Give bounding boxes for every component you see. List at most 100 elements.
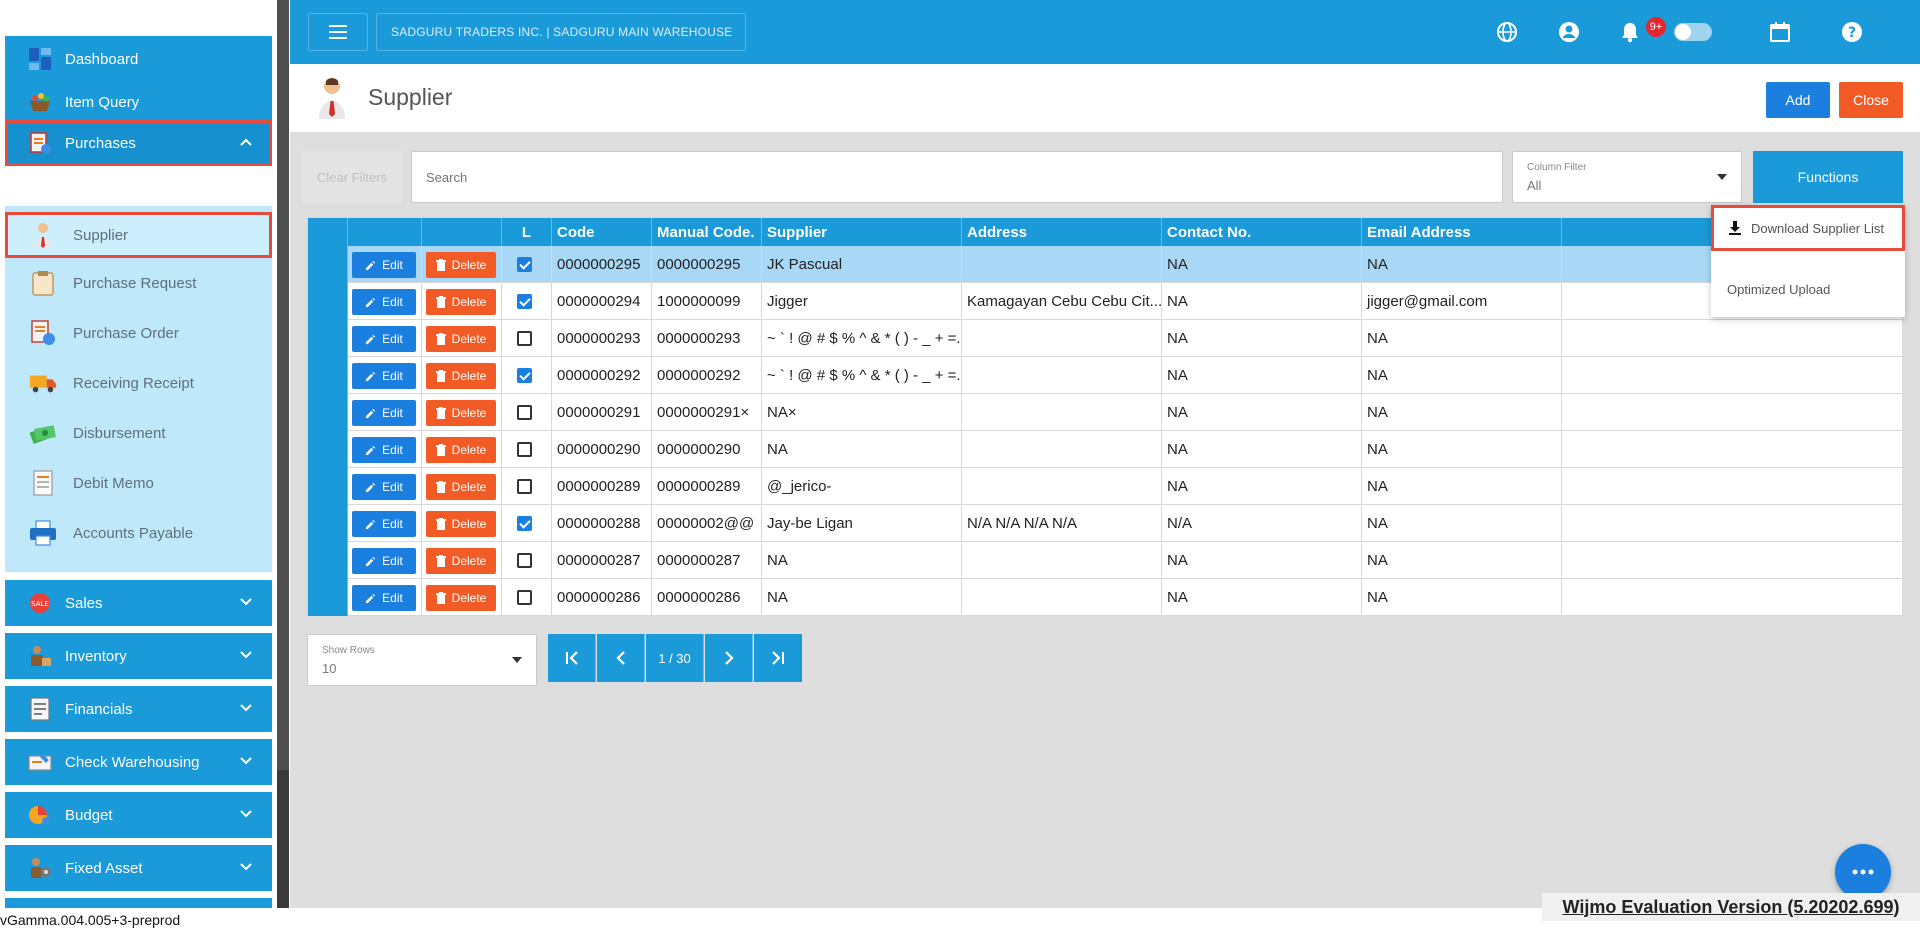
- sidebar-item-debit-memo[interactable]: Debit Memo: [5, 460, 272, 506]
- grid-header-supplier[interactable]: Supplier: [762, 218, 962, 246]
- table-row[interactable]: Edit Delete 0000000289 0000000289 @_jerico- N…: [308, 468, 1904, 505]
- row-header[interactable]: [308, 579, 348, 616]
- row-header[interactable]: [308, 320, 348, 357]
- row-header[interactable]: [308, 246, 348, 283]
- delete-button[interactable]: Delete: [426, 400, 496, 426]
- table-row[interactable]: Edit Delete 0000000286 0000000286 NA NA NA: [308, 579, 1904, 616]
- sidebar-item-purchases[interactable]: Purchases: [5, 120, 272, 166]
- download-supplier-list-item[interactable]: Download Supplier List: [1711, 205, 1905, 251]
- more-actions-fab[interactable]: [1835, 844, 1891, 900]
- cell-filler: [1562, 579, 1904, 616]
- column-filter-select[interactable]: Column Filter All: [1512, 151, 1742, 203]
- l-checkbox[interactable]: [517, 590, 532, 605]
- user-account-icon[interactable]: [1555, 18, 1583, 46]
- sidebar-item-supplier[interactable]: Supplier: [5, 212, 272, 258]
- l-checkbox[interactable]: [517, 405, 532, 420]
- company-selector[interactable]: SADGURU TRADERS INC. | SADGURU MAIN WARE…: [376, 13, 746, 51]
- delete-button[interactable]: Delete: [426, 548, 496, 574]
- l-checkbox[interactable]: [517, 553, 532, 568]
- sidebar-scrollbar-thumb[interactable]: [277, 0, 289, 770]
- sidebar-item-item-query[interactable]: Item Query: [5, 79, 272, 125]
- sidebar-item-next[interactable]: [5, 898, 272, 908]
- sidebar-item-inventory[interactable]: Inventory: [5, 633, 272, 679]
- grid-header-address[interactable]: Address: [962, 218, 1162, 246]
- edit-button[interactable]: Edit: [352, 511, 416, 537]
- delete-button[interactable]: Delete: [426, 363, 496, 389]
- l-checkbox[interactable]: [517, 368, 532, 383]
- table-row[interactable]: Edit Delete 0000000292 0000000292 ~ ` ! @ # …: [308, 357, 1904, 394]
- table-row[interactable]: Edit Delete 0000000291 0000000291× NA× NA NA: [308, 394, 1904, 431]
- next-page-button[interactable]: [705, 634, 753, 682]
- sidebar-item-disbursement[interactable]: Disbursement: [5, 410, 272, 456]
- help-icon[interactable]: ?: [1838, 18, 1866, 46]
- row-header[interactable]: [308, 394, 348, 431]
- sidebar-item-financials[interactable]: Financials: [5, 686, 272, 732]
- table-row[interactable]: Edit Delete 0000000290 0000000290 NA NA NA: [308, 431, 1904, 468]
- l-checkbox[interactable]: [517, 479, 532, 494]
- calendar-icon[interactable]: [1766, 18, 1794, 46]
- sidebar-item-accounts-payable[interactable]: Accounts Payable: [5, 510, 272, 556]
- row-header[interactable]: [308, 431, 348, 468]
- table-row[interactable]: Edit Delete 0000000293 0000000293 ~ ` ! @ # …: [308, 320, 1904, 357]
- menu-toggle-button[interactable]: [308, 13, 368, 51]
- close-button[interactable]: Close: [1839, 82, 1903, 118]
- grid-header-contact-no[interactable]: Contact No.: [1162, 218, 1362, 246]
- edit-button[interactable]: Edit: [352, 326, 416, 352]
- theme-toggle[interactable]: [1674, 23, 1712, 41]
- show-rows-select[interactable]: Show Rows 10: [307, 634, 537, 686]
- globe-icon[interactable]: [1493, 18, 1521, 46]
- table-row[interactable]: Edit Delete 0000000287 0000000287 NA NA NA: [308, 542, 1904, 579]
- edit-button[interactable]: Edit: [352, 437, 416, 463]
- wijmo-evaluation-link[interactable]: Wijmo Evaluation Version (5.20202.699): [1542, 893, 1920, 921]
- delete-button[interactable]: Delete: [426, 585, 496, 611]
- sidebar-item-sales[interactable]: SALE Sales: [5, 580, 272, 626]
- sidebar-item-dashboard[interactable]: Dashboard: [5, 36, 272, 82]
- add-button[interactable]: Add: [1766, 82, 1830, 118]
- edit-button[interactable]: Edit: [352, 252, 416, 278]
- sidebar-item-budget[interactable]: Budget: [5, 792, 272, 838]
- l-checkbox[interactable]: [517, 257, 532, 272]
- delete-button[interactable]: Delete: [426, 326, 496, 352]
- search-input[interactable]: [411, 151, 1503, 203]
- edit-button[interactable]: Edit: [352, 548, 416, 574]
- edit-button[interactable]: Edit: [352, 400, 416, 426]
- delete-button[interactable]: Delete: [426, 252, 496, 278]
- sidebar-item-fixed-asset[interactable]: Fixed Asset: [5, 845, 272, 891]
- functions-button[interactable]: Functions: [1753, 151, 1903, 203]
- delete-button[interactable]: Delete: [426, 289, 496, 315]
- grid-header-code[interactable]: Code: [552, 218, 652, 246]
- l-checkbox[interactable]: [517, 516, 532, 531]
- row-header[interactable]: [308, 468, 348, 505]
- row-header[interactable]: [308, 283, 348, 320]
- sidebar-item-check-warehousing[interactable]: Check Warehousing: [5, 739, 272, 785]
- grid-header-l[interactable]: L: [502, 218, 552, 246]
- bell-icon[interactable]: [1616, 18, 1644, 46]
- clear-filters-button[interactable]: Clear Filters: [302, 151, 402, 203]
- trash-icon: [435, 518, 446, 530]
- sidebar-item-receiving-receipt[interactable]: Receiving Receipt: [5, 360, 272, 406]
- edit-button[interactable]: Edit: [352, 363, 416, 389]
- edit-button[interactable]: Edit: [352, 289, 416, 315]
- first-page-button[interactable]: [548, 634, 596, 682]
- optimized-upload-item[interactable]: Optimized Upload: [1711, 266, 1905, 312]
- edit-button[interactable]: Edit: [352, 474, 416, 500]
- row-header[interactable]: [308, 542, 348, 579]
- row-header[interactable]: [308, 505, 348, 542]
- sidebar-item-purchase-order[interactable]: Purchase Order: [5, 310, 272, 356]
- l-checkbox[interactable]: [517, 294, 532, 309]
- delete-button[interactable]: Delete: [426, 437, 496, 463]
- grid-header-email-address[interactable]: Email Address: [1362, 218, 1562, 246]
- table-row[interactable]: Edit Delete 0000000288 00000002@@ Jay-be Lig…: [308, 505, 1904, 542]
- delete-button[interactable]: Delete: [426, 511, 496, 537]
- previous-page-button[interactable]: [597, 634, 645, 682]
- last-page-button[interactable]: [754, 634, 802, 682]
- table-row[interactable]: Edit Delete 0000000294 1000000099 Jigger Kama…: [308, 283, 1904, 320]
- row-header[interactable]: [308, 357, 348, 394]
- table-row[interactable]: Edit Delete 0000000295 0000000295 JK Pascual…: [308, 246, 1904, 283]
- l-checkbox[interactable]: [517, 331, 532, 346]
- edit-button[interactable]: Edit: [352, 585, 416, 611]
- grid-header-manual-code[interactable]: Manual Code.: [652, 218, 762, 246]
- l-checkbox[interactable]: [517, 442, 532, 457]
- delete-button[interactable]: Delete: [426, 474, 496, 500]
- sidebar-item-purchase-request[interactable]: Purchase Request: [5, 260, 272, 306]
